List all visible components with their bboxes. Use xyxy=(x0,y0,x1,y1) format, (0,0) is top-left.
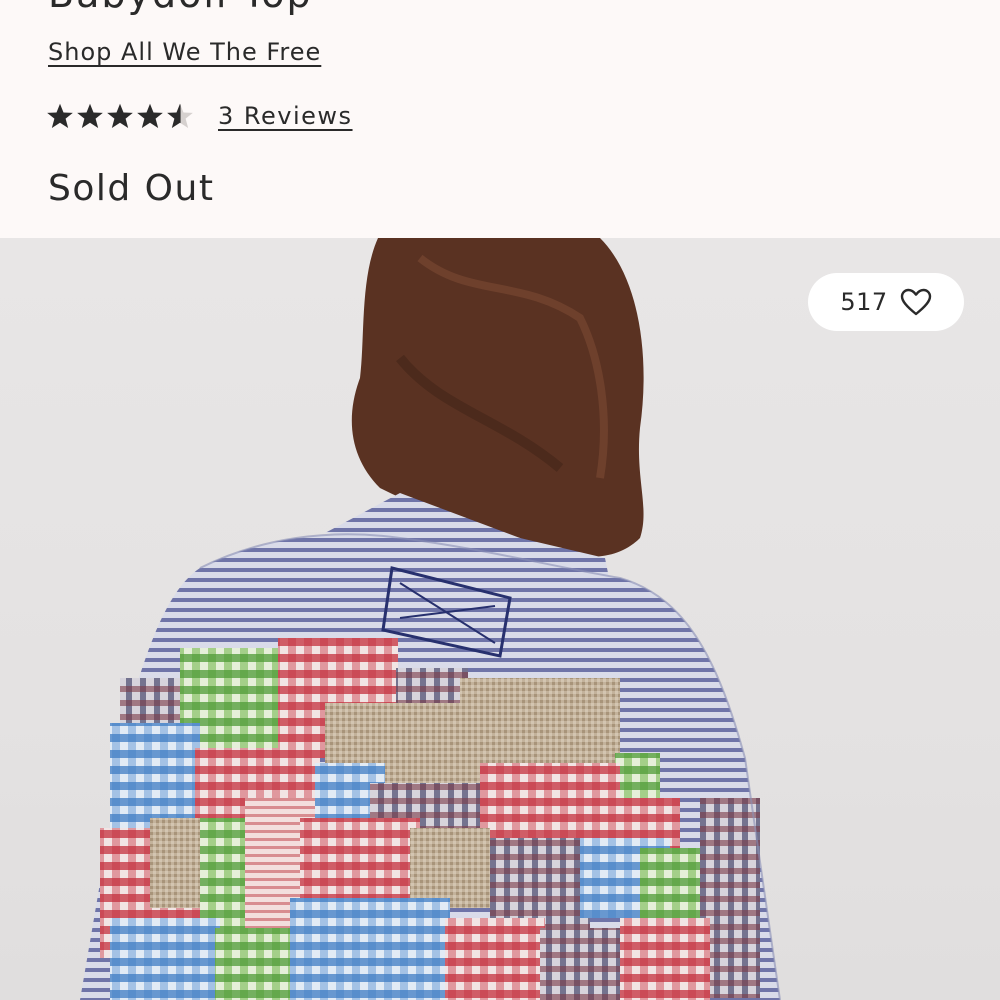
stock-status: Sold Out xyxy=(48,168,215,209)
star-icon xyxy=(137,103,163,129)
favorite-count: 517 xyxy=(840,288,888,316)
half-star-icon xyxy=(167,103,193,129)
heart-outline-icon xyxy=(900,288,931,316)
star-icon xyxy=(107,103,133,129)
shop-brand-link[interactable]: Shop All We The Free xyxy=(48,38,321,66)
reviews-link[interactable]: 3 Reviews xyxy=(218,102,353,130)
star-rating[interactable] xyxy=(46,102,194,130)
star-icon xyxy=(77,103,103,129)
product-image[interactable] xyxy=(0,238,1000,1000)
product-photo-illustration xyxy=(80,238,781,1000)
favorite-button[interactable]: 517 xyxy=(808,273,964,331)
product-title: Babydoll Top xyxy=(48,0,313,16)
star-icon xyxy=(47,103,73,129)
product-header: Babydoll Top Shop All We The Free 3 Revi… xyxy=(0,0,1000,238)
rating-row: 3 Reviews xyxy=(46,96,353,136)
